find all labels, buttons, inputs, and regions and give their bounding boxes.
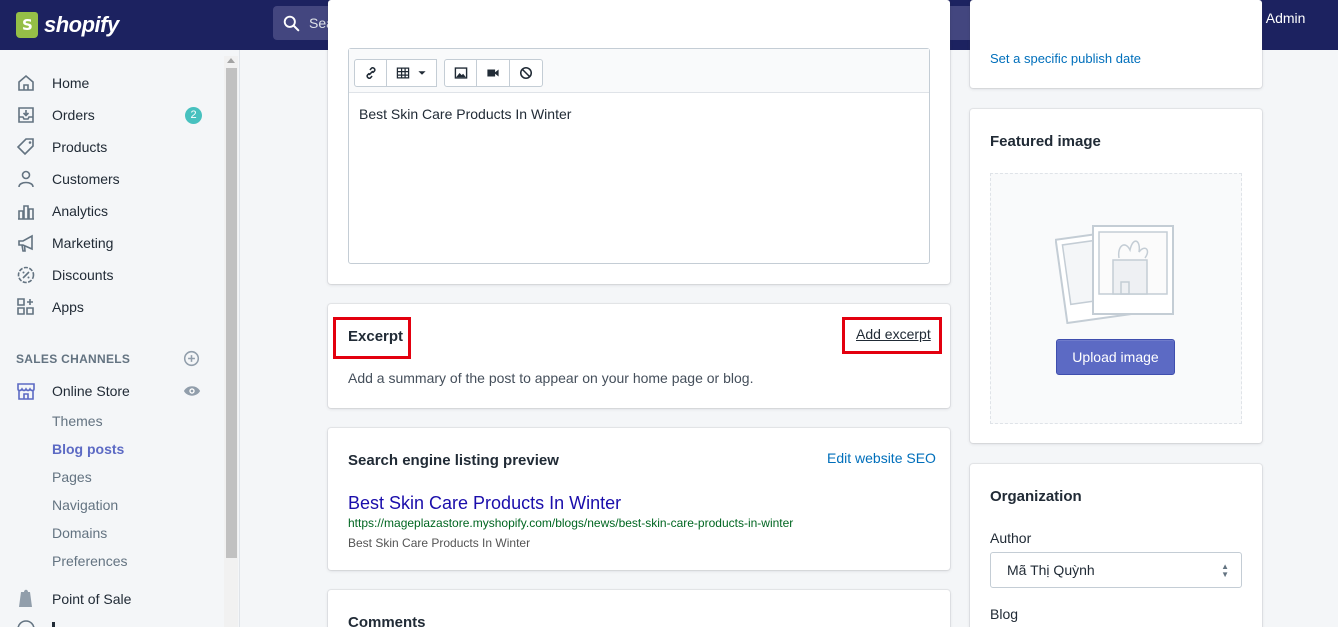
set-publish-date-link[interactable]: Set a specific publish date xyxy=(990,51,1141,66)
rich-text-editor[interactable]: Best Skin Care Products In Winter xyxy=(348,48,930,264)
table-icon xyxy=(396,67,409,79)
comments-title: Comments xyxy=(348,614,426,627)
image-placeholder-icon xyxy=(1055,225,1174,324)
content-editor-card: Best Skin Care Products In Winter xyxy=(328,0,950,284)
sidebar-item-home[interactable]: Home xyxy=(0,67,222,99)
online-store-icon xyxy=(16,381,36,401)
link-icon xyxy=(365,66,376,80)
add-excerpt-highlight xyxy=(842,317,942,354)
blog-label: Blog xyxy=(990,606,1019,622)
sidebar-item-marketing[interactable]: Marketing xyxy=(0,227,222,259)
home-icon xyxy=(16,73,36,93)
sidebar-item-customers[interactable]: Customers xyxy=(0,163,222,195)
author-select-value: Mã Thị Quỳnh xyxy=(1007,562,1095,578)
next-nav-label xyxy=(52,619,72,627)
sidebar-subitem-pages[interactable]: Pages xyxy=(52,469,92,485)
sidebar-item-point-of-sale[interactable]: Point of Sale xyxy=(0,583,222,615)
scroll-up-arrow-icon[interactable] xyxy=(227,58,235,63)
sidebar-subitem-domains[interactable]: Domains xyxy=(52,525,107,541)
visibility-card xyxy=(970,0,1262,88)
clear-formatting-button[interactable] xyxy=(510,59,543,87)
sidebar-subitem-blog-posts[interactable]: Blog posts xyxy=(52,441,124,457)
sidebar-item-label: Marketing xyxy=(52,235,114,251)
insert-table-button[interactable] xyxy=(387,59,437,87)
sidebar-subitem-themes[interactable]: Themes xyxy=(52,413,103,429)
sidebar-item-apps[interactable]: Apps xyxy=(0,291,222,323)
sidebar-item-products[interactable]: Products xyxy=(0,131,222,163)
sidebar-item-analytics[interactable]: Analytics xyxy=(0,195,222,227)
excerpt-description: Add a summary of the post to appear on y… xyxy=(348,370,754,386)
apps-icon xyxy=(16,297,36,317)
discounts-icon xyxy=(16,265,36,285)
sidebar-item-label: Customers xyxy=(52,171,120,187)
select-caret-icon: ▲ ▼ xyxy=(1221,562,1229,579)
sidebar-item-label: Analytics xyxy=(52,203,109,219)
author-label: Author xyxy=(990,530,1032,546)
sidebar-subitem-navigation[interactable]: Navigation xyxy=(52,497,118,513)
sidebar-item-label: Orders xyxy=(52,107,95,123)
editor-content[interactable]: Best Skin Care Products In Winter xyxy=(359,106,571,122)
sales-channels-header: SALES CHANNELS xyxy=(16,352,131,366)
search-icon xyxy=(283,15,300,31)
seo-preview-url: https://mageplazastore.myshopify.com/blo… xyxy=(348,516,794,530)
video-icon xyxy=(487,69,499,77)
organization-title: Organization xyxy=(990,488,1082,505)
sidebar-scroll-thumb[interactable] xyxy=(226,68,237,558)
sidebar-item-label: Products xyxy=(52,139,108,155)
author-select[interactable]: Mã Thị Quỳnh ▲ ▼ xyxy=(990,552,1242,588)
image-icon xyxy=(454,67,467,79)
seo-preview-title: Best Skin Care Products In Winter xyxy=(348,493,622,513)
logo-text: shopify xyxy=(44,12,119,37)
seo-preview-description: Best Skin Care Products In Winter xyxy=(348,536,531,550)
customers-icon xyxy=(16,169,36,189)
orders-icon xyxy=(16,105,36,125)
next-nav-icon xyxy=(16,619,36,627)
upload-image-button[interactable]: Upload image xyxy=(1056,339,1175,375)
add-sales-channel-icon[interactable] xyxy=(183,350,200,370)
view-online-store-eye-icon[interactable] xyxy=(183,383,201,402)
orders-count-badge: 2 xyxy=(185,106,202,124)
marketing-icon xyxy=(16,233,36,253)
chevron-down-icon xyxy=(417,71,426,75)
sidebar-item-discounts[interactable]: Discounts xyxy=(0,259,222,291)
sidebar-item-label: Home xyxy=(52,75,90,91)
excerpt-title-highlight xyxy=(333,317,411,359)
sidebar-item-label: Point of Sale xyxy=(52,591,132,607)
sidebar-subitem-preferences[interactable]: Preferences xyxy=(52,553,127,569)
shopify-bag-icon xyxy=(16,12,38,38)
block-icon xyxy=(519,66,533,80)
products-icon xyxy=(16,137,36,157)
shopify-logo[interactable]: shopify xyxy=(0,0,240,50)
point-of-sale-icon xyxy=(16,589,36,609)
sidebar-item-orders[interactable]: Orders 2 xyxy=(0,99,222,131)
seo-card-title: Search engine listing preview xyxy=(348,452,559,469)
image-drop-zone[interactable] xyxy=(990,173,1242,424)
analytics-icon xyxy=(16,201,36,221)
insert-video-button[interactable] xyxy=(477,59,510,87)
sidebar-item-label: Apps xyxy=(52,299,84,315)
sidebar-item-label: Discounts xyxy=(52,267,114,283)
sidebar-item-label: Online Store xyxy=(52,383,130,399)
insert-image-button[interactable] xyxy=(444,59,477,87)
insert-link-button[interactable] xyxy=(354,59,387,87)
editor-toolbar xyxy=(349,49,929,93)
featured-image-title: Featured image xyxy=(990,133,1101,150)
edit-website-seo-link[interactable]: Edit website SEO xyxy=(827,450,936,466)
